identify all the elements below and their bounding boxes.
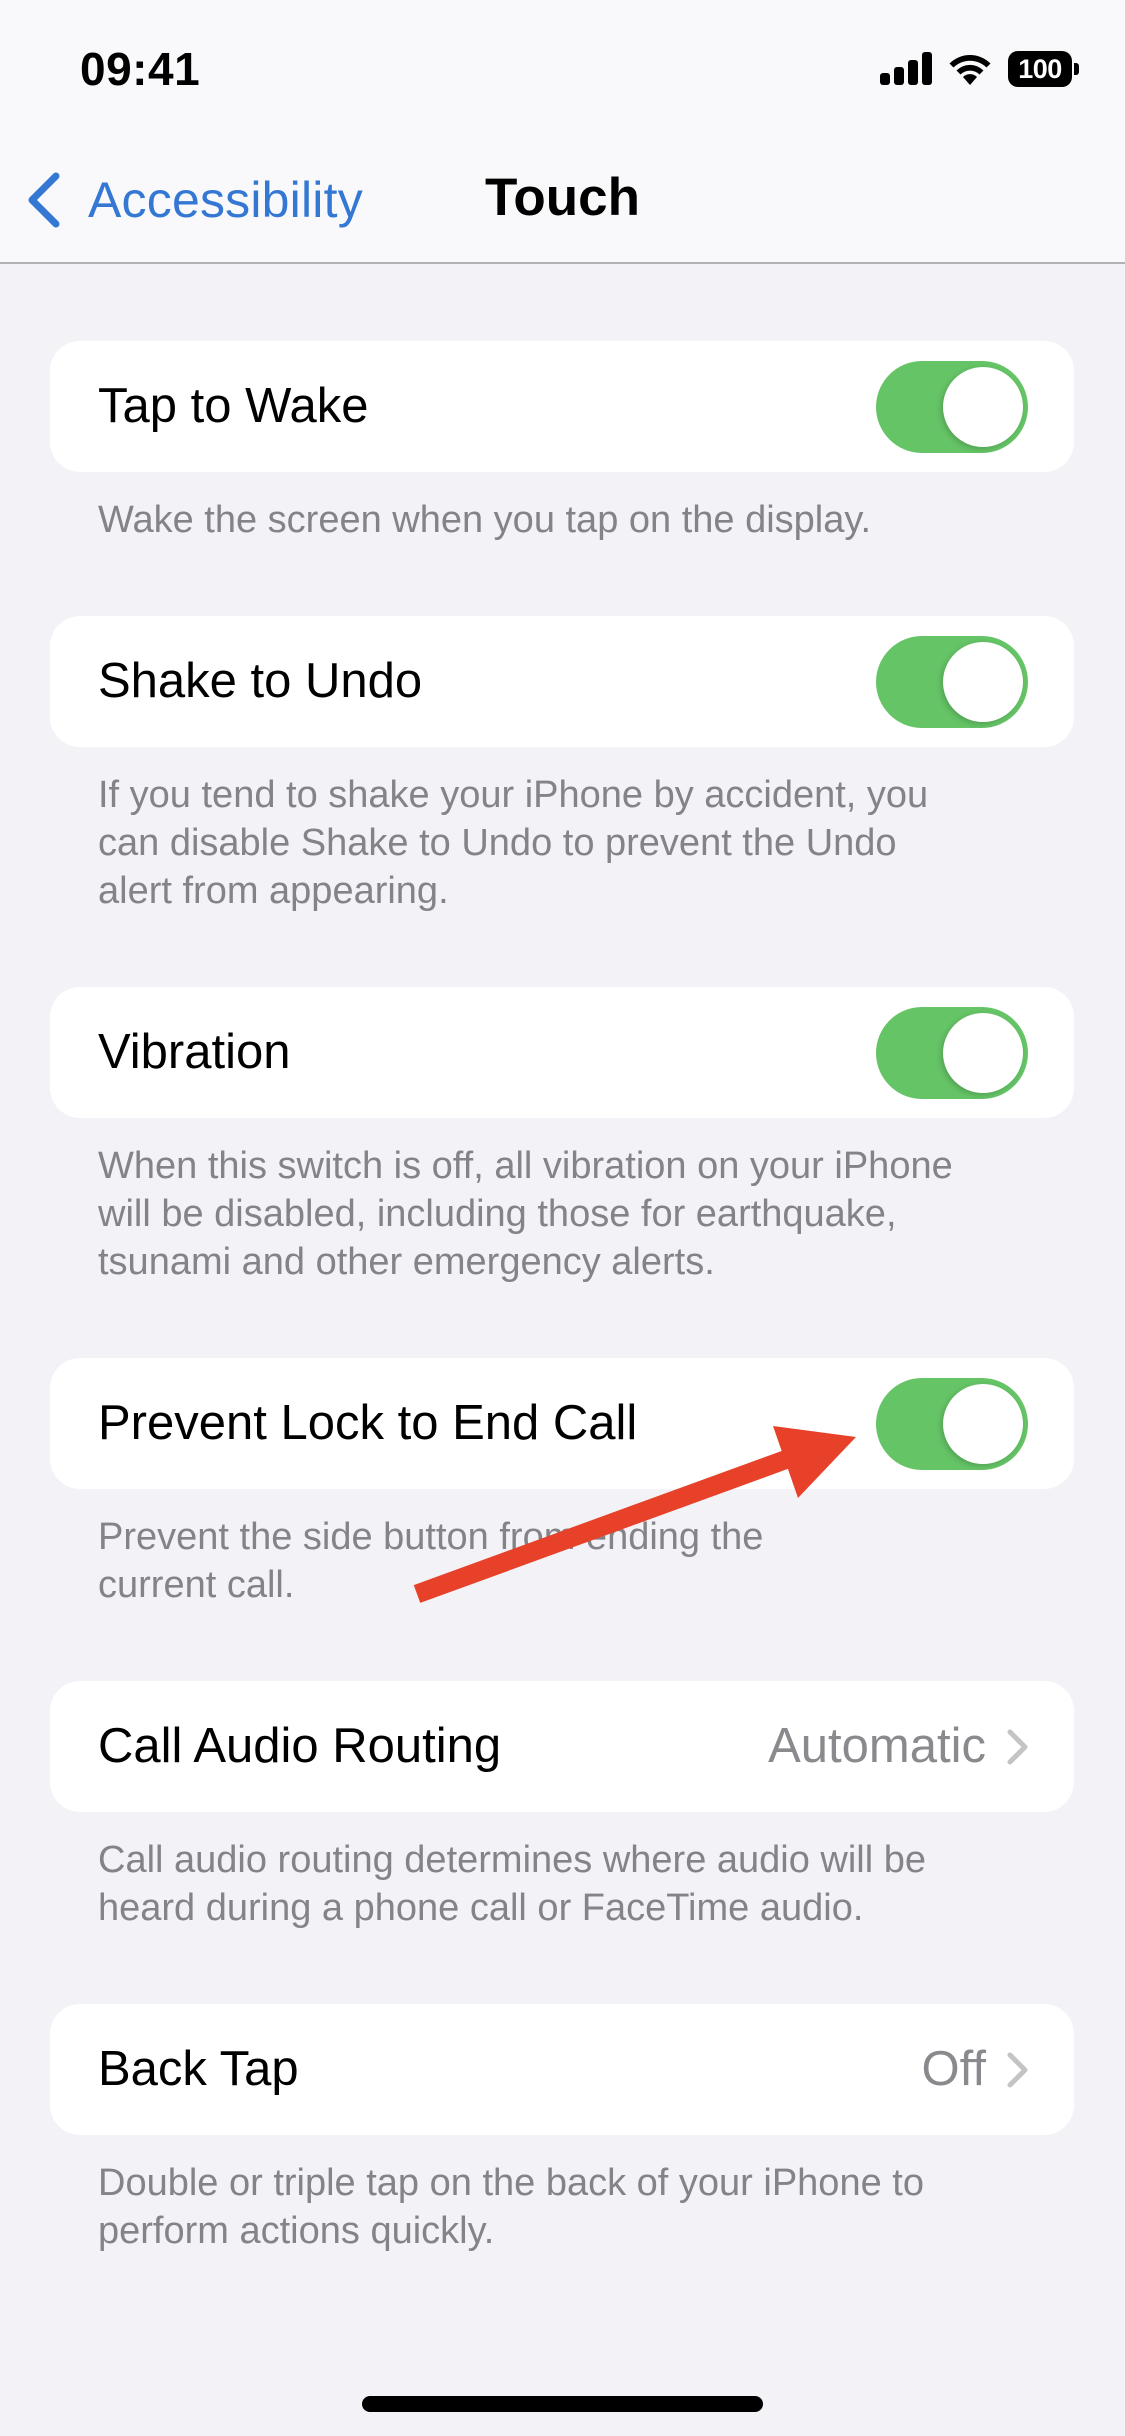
battery-nub	[1074, 63, 1079, 75]
call-audio-routing-row[interactable]: Call Audio Routing Automatic	[50, 1681, 1074, 1812]
footer-line: Wake the screen when you tap on the disp…	[98, 499, 872, 541]
tap-to-wake-footer: Wake the screen when you tap on the disp…	[98, 496, 1058, 544]
footer-line: perform actions quickly.	[98, 2210, 495, 2252]
toggle-knob	[943, 1013, 1023, 1093]
toggle-knob	[943, 1384, 1023, 1464]
footer-line: If you tend to shake your iPhone by acci…	[98, 774, 929, 816]
row-label: Tap to Wake	[98, 379, 369, 433]
status-time: 09:41	[80, 43, 201, 95]
footer-line: Call audio routing determines where audi…	[98, 1839, 927, 1881]
footer-line: Prevent the side button from ending the	[98, 1516, 764, 1558]
cellular-signal-icon	[880, 52, 934, 85]
toggle-knob	[943, 367, 1023, 447]
settings-group-vibration: Vibration	[50, 987, 1074, 1118]
shake-to-undo-toggle[interactable]	[876, 636, 1028, 728]
footer-line: can disable Shake to Undo to prevent the…	[98, 822, 897, 864]
toggle-knob	[943, 642, 1023, 722]
vibration-toggle[interactable]	[876, 1007, 1028, 1099]
settings-group-tap-to-wake: Tap to Wake	[50, 341, 1074, 472]
row-label: Back Tap	[98, 2042, 299, 2096]
battery-level: 100	[1018, 54, 1062, 84]
tap-to-wake-toggle[interactable]	[876, 361, 1028, 453]
vibration-footer: When this switch is off, all vibration o…	[98, 1142, 1058, 1286]
back-tap-footer: Double or triple tap on the back of your…	[98, 2159, 1058, 2255]
chevron-right-icon	[1007, 1729, 1028, 1765]
shake-to-undo-footer: If you tend to shake your iPhone by acci…	[98, 771, 1058, 915]
back-tap-row[interactable]: Back Tap Off	[50, 2004, 1074, 2135]
navigation-header: 09:41 100 Accessibility Touch	[0, 0, 1125, 264]
footer-line: alert from appearing.	[98, 870, 449, 912]
footer-line: When this switch is off, all vibration o…	[98, 1145, 953, 1187]
settings-group-shake-to-undo: Shake to Undo	[50, 616, 1074, 747]
footer-line: current call.	[98, 1564, 295, 1606]
row-value: Off	[921, 2042, 986, 2096]
row-label: Vibration	[98, 1025, 291, 1079]
footer-line: will be disabled, including those for ea…	[98, 1193, 897, 1235]
footer-line: heard during a phone call or FaceTime au…	[98, 1887, 864, 1929]
row-label: Prevent Lock to End Call	[98, 1396, 638, 1450]
row-label: Shake to Undo	[98, 654, 423, 708]
chevron-right-icon	[1007, 2052, 1028, 2088]
settings-group-prevent-lock-to-end-call: Prevent Lock to End Call	[50, 1358, 1074, 1489]
wifi-icon	[949, 55, 991, 85]
prevent-lock-to-end-call-footer: Prevent the side button from ending the …	[98, 1513, 1058, 1609]
footer-line: tsunami and other emergency alerts.	[98, 1241, 715, 1283]
row-value: Automatic	[768, 1719, 986, 1773]
prevent-lock-to-end-call-toggle[interactable]	[876, 1378, 1028, 1470]
footer-line: Double or triple tap on the back of your…	[98, 2162, 924, 2204]
page-title: Touch	[484, 168, 641, 227]
row-label: Call Audio Routing	[98, 1719, 502, 1773]
battery-icon: 100	[1008, 51, 1072, 87]
home-indicator[interactable]	[362, 2396, 763, 2412]
status-icons: 100	[878, 48, 1083, 90]
call-audio-routing-footer: Call audio routing determines where audi…	[98, 1836, 1058, 1932]
